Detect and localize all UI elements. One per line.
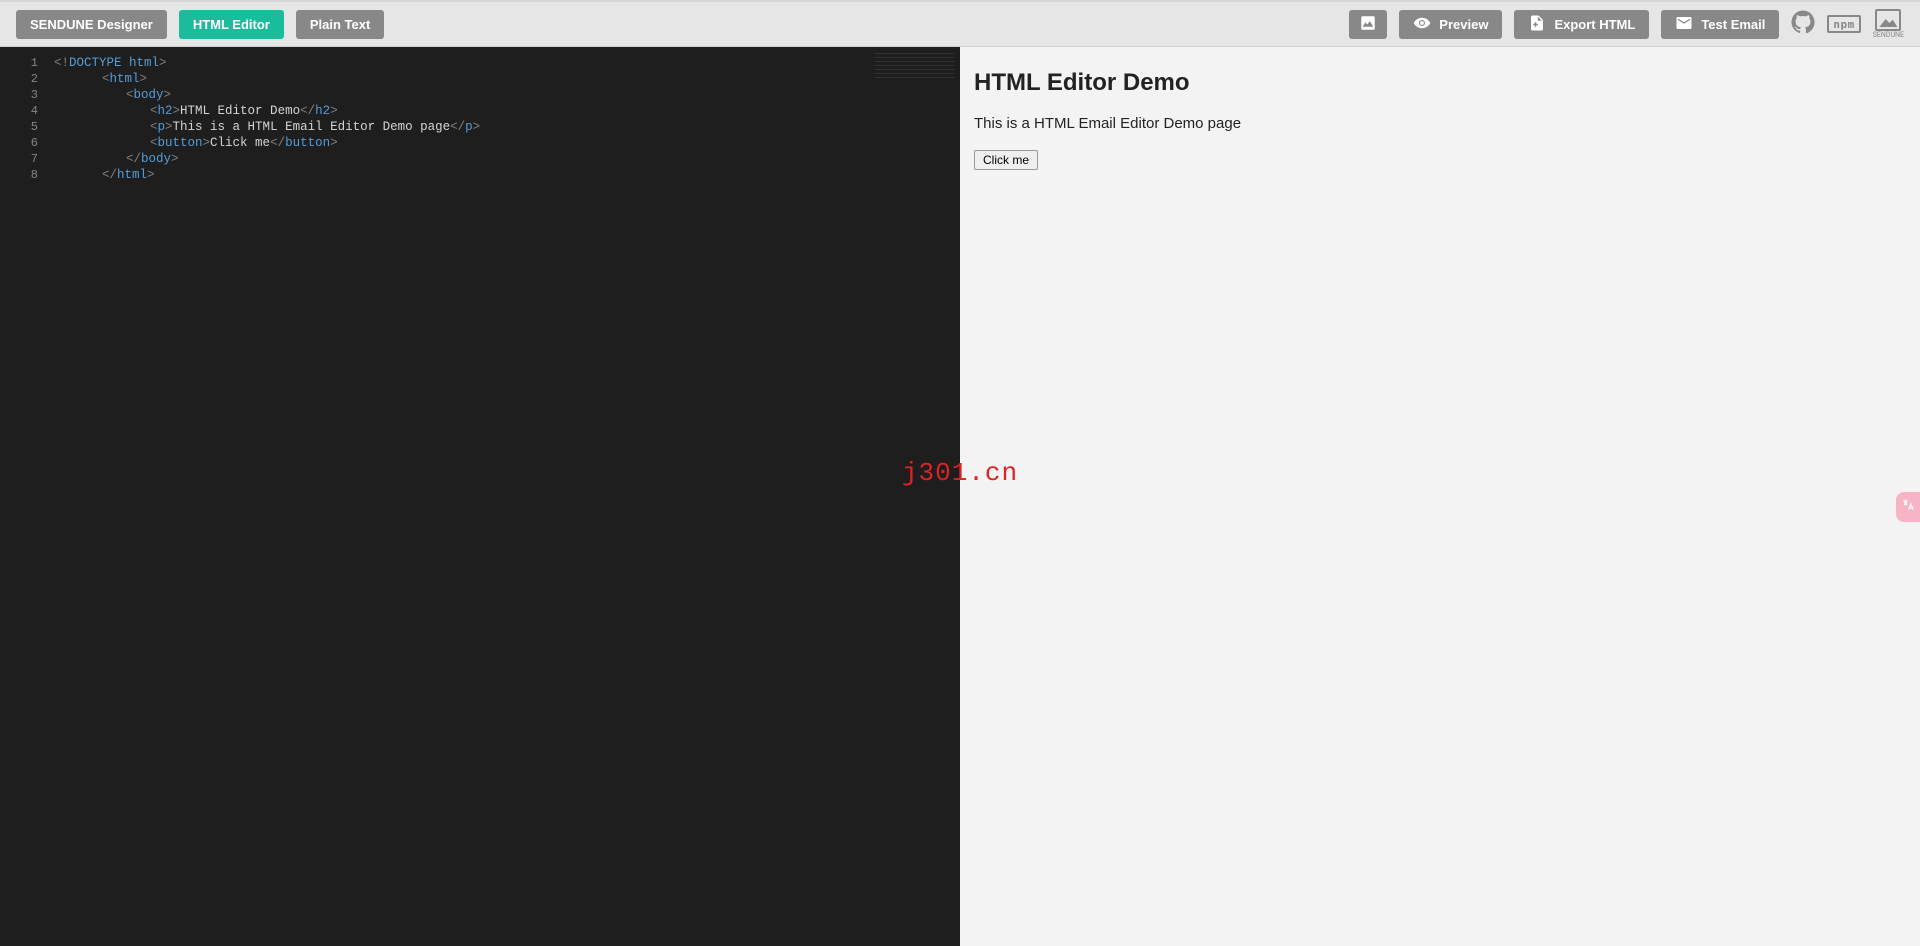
export-icon xyxy=(1528,14,1546,35)
plain-text-tab-button[interactable]: Plain Text xyxy=(296,10,384,39)
translate-icon xyxy=(1901,497,1915,516)
line-number: 3 xyxy=(0,87,38,103)
designer-tab-button[interactable]: SENDUNE Designer xyxy=(16,10,167,39)
brand-logo-icon xyxy=(1875,9,1901,31)
preview-button-label: Preview xyxy=(1439,17,1488,32)
code-line[interactable]: </html> xyxy=(54,167,960,183)
code-line[interactable]: <!DOCTYPE html> xyxy=(54,55,960,71)
preview-click-me-button[interactable]: Click me xyxy=(974,150,1038,170)
preview-pane: HTML Editor Demo This is a HTML Email Ed… xyxy=(960,47,1920,946)
line-number: 7 xyxy=(0,151,38,167)
image-icon xyxy=(1359,14,1377,35)
minimap[interactable] xyxy=(874,53,954,81)
preview-heading: HTML Editor Demo xyxy=(974,69,1906,97)
line-number: 6 xyxy=(0,135,38,151)
main-split: 12345678 <!DOCTYPE html><html><body><h2>… xyxy=(0,47,1920,946)
code-line[interactable]: <p>This is a HTML Email Editor Demo page… xyxy=(54,119,960,135)
code-line[interactable]: <html> xyxy=(54,71,960,87)
translate-side-tab[interactable] xyxy=(1896,492,1920,522)
line-number: 4 xyxy=(0,103,38,119)
test-email-button[interactable]: Test Email xyxy=(1661,10,1779,39)
code-area[interactable]: <!DOCTYPE html><html><body><h2>HTML Edit… xyxy=(0,47,960,183)
envelope-icon xyxy=(1675,14,1693,35)
github-icon xyxy=(1791,10,1815,38)
code-line[interactable]: <h2>HTML Editor Demo</h2> xyxy=(54,103,960,119)
line-number: 2 xyxy=(0,71,38,87)
preview-button[interactable]: Preview xyxy=(1399,10,1502,39)
code-line[interactable]: </body> xyxy=(54,151,960,167)
export-html-button[interactable]: Export HTML xyxy=(1514,10,1649,39)
preview-paragraph: This is a HTML Email Editor Demo page xyxy=(974,115,1906,132)
brand-logo[interactable]: SENDUNE xyxy=(1873,9,1904,39)
line-number: 1 xyxy=(0,55,38,71)
npm-link[interactable]: npm xyxy=(1827,15,1860,33)
code-editor[interactable]: 12345678 <!DOCTYPE html><html><body><h2>… xyxy=(0,47,960,946)
line-number-gutter: 12345678 xyxy=(0,47,48,946)
image-library-button[interactable] xyxy=(1349,10,1387,39)
eye-icon xyxy=(1413,14,1431,35)
code-line[interactable]: <button>Click me</button> xyxy=(54,135,960,151)
export-button-label: Export HTML xyxy=(1554,17,1635,32)
html-editor-tab-button[interactable]: HTML Editor xyxy=(179,10,284,39)
github-link[interactable] xyxy=(1791,10,1815,38)
code-line[interactable]: <body> xyxy=(54,87,960,103)
line-number: 8 xyxy=(0,167,38,183)
test-email-button-label: Test Email xyxy=(1701,17,1765,32)
brand-logo-label: SENDUNE xyxy=(1873,32,1904,39)
line-number: 5 xyxy=(0,119,38,135)
toolbar: SENDUNE Designer HTML Editor Plain Text … xyxy=(0,2,1920,47)
